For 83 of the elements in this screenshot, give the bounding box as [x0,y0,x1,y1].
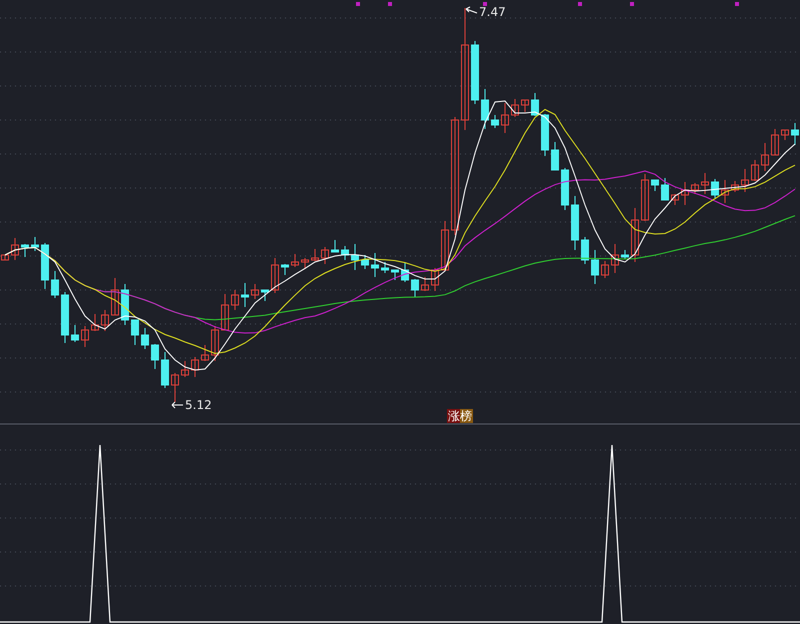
candlestick [71,324,79,342]
signal-badge: 涨榜 [447,409,473,423]
candlestick [301,258,309,270]
candlestick [621,250,629,260]
candlestick [411,278,419,298]
candlestick [231,290,239,310]
candlestick [331,240,339,252]
candlestick [551,142,559,170]
candlestick [11,238,19,260]
candlestick [761,142,769,172]
candlestick [361,254,369,270]
candlestick [701,172,709,194]
arrow-icon [172,402,184,408]
candlestick [501,102,509,134]
candlestick [111,278,119,316]
candlestick [631,208,639,262]
candlestick [491,114,499,128]
candlestick [271,258,279,294]
candlestick [671,194,679,206]
candlestick [141,328,149,350]
candlestick [641,174,649,222]
candlestick [211,326,219,362]
candlestick [41,242,49,290]
candlestick [731,180,739,192]
candlestick [191,356,199,378]
candlestick [311,248,319,262]
candlestick [121,284,129,326]
candlestick [181,360,189,378]
candlestick [251,284,259,300]
arrow-icon [466,6,478,14]
candlestick [781,130,789,140]
candlestick [341,246,349,260]
candlestick [521,100,529,112]
candlestick [161,352,169,388]
candlestick [281,264,289,276]
candlestick [531,92,539,116]
candlestick [1,254,9,260]
candlestick [561,168,569,210]
candlestick [91,314,99,332]
candlestick [371,252,379,278]
candlestick [541,114,549,156]
candlestick [721,180,729,204]
candlestick [771,128,779,156]
candlestick [21,244,29,258]
candlestick [131,320,139,346]
candlestick [431,268,439,292]
candlestick [291,254,299,268]
candlestick [81,326,89,348]
candlestick [471,40,479,104]
candlestick [401,262,409,282]
candlestick [101,310,109,332]
candlestick [611,244,619,274]
candlestick [151,344,159,370]
candlestick [741,168,749,192]
candlestick [201,344,209,362]
candlestick [751,160,759,182]
candlestick [681,182,689,206]
candlestick [381,262,389,274]
candlestick [61,292,69,344]
candlestick [591,250,599,284]
candlestick [791,122,799,146]
candlestick [221,294,229,330]
candlestick [601,260,609,278]
candlestick [651,180,659,192]
candlestick [421,276,429,292]
candlestick [571,196,579,250]
candlestick [171,372,179,402]
candlestick [581,236,589,264]
candlestick [51,270,59,298]
candlestick [321,246,329,264]
candlestick [441,220,449,270]
candlestick [661,178,669,200]
candlestick [711,178,719,198]
candlestick [31,236,39,252]
candlestick [481,88,489,130]
candlestick [511,98,519,118]
candlestick [691,182,699,194]
high-price-label: 7.47 [479,5,506,19]
low-price-label: 5.12 [185,398,212,412]
candlestick [241,282,249,308]
candlestick [351,244,359,270]
candlestick [391,270,399,280]
candlestick [261,290,269,302]
